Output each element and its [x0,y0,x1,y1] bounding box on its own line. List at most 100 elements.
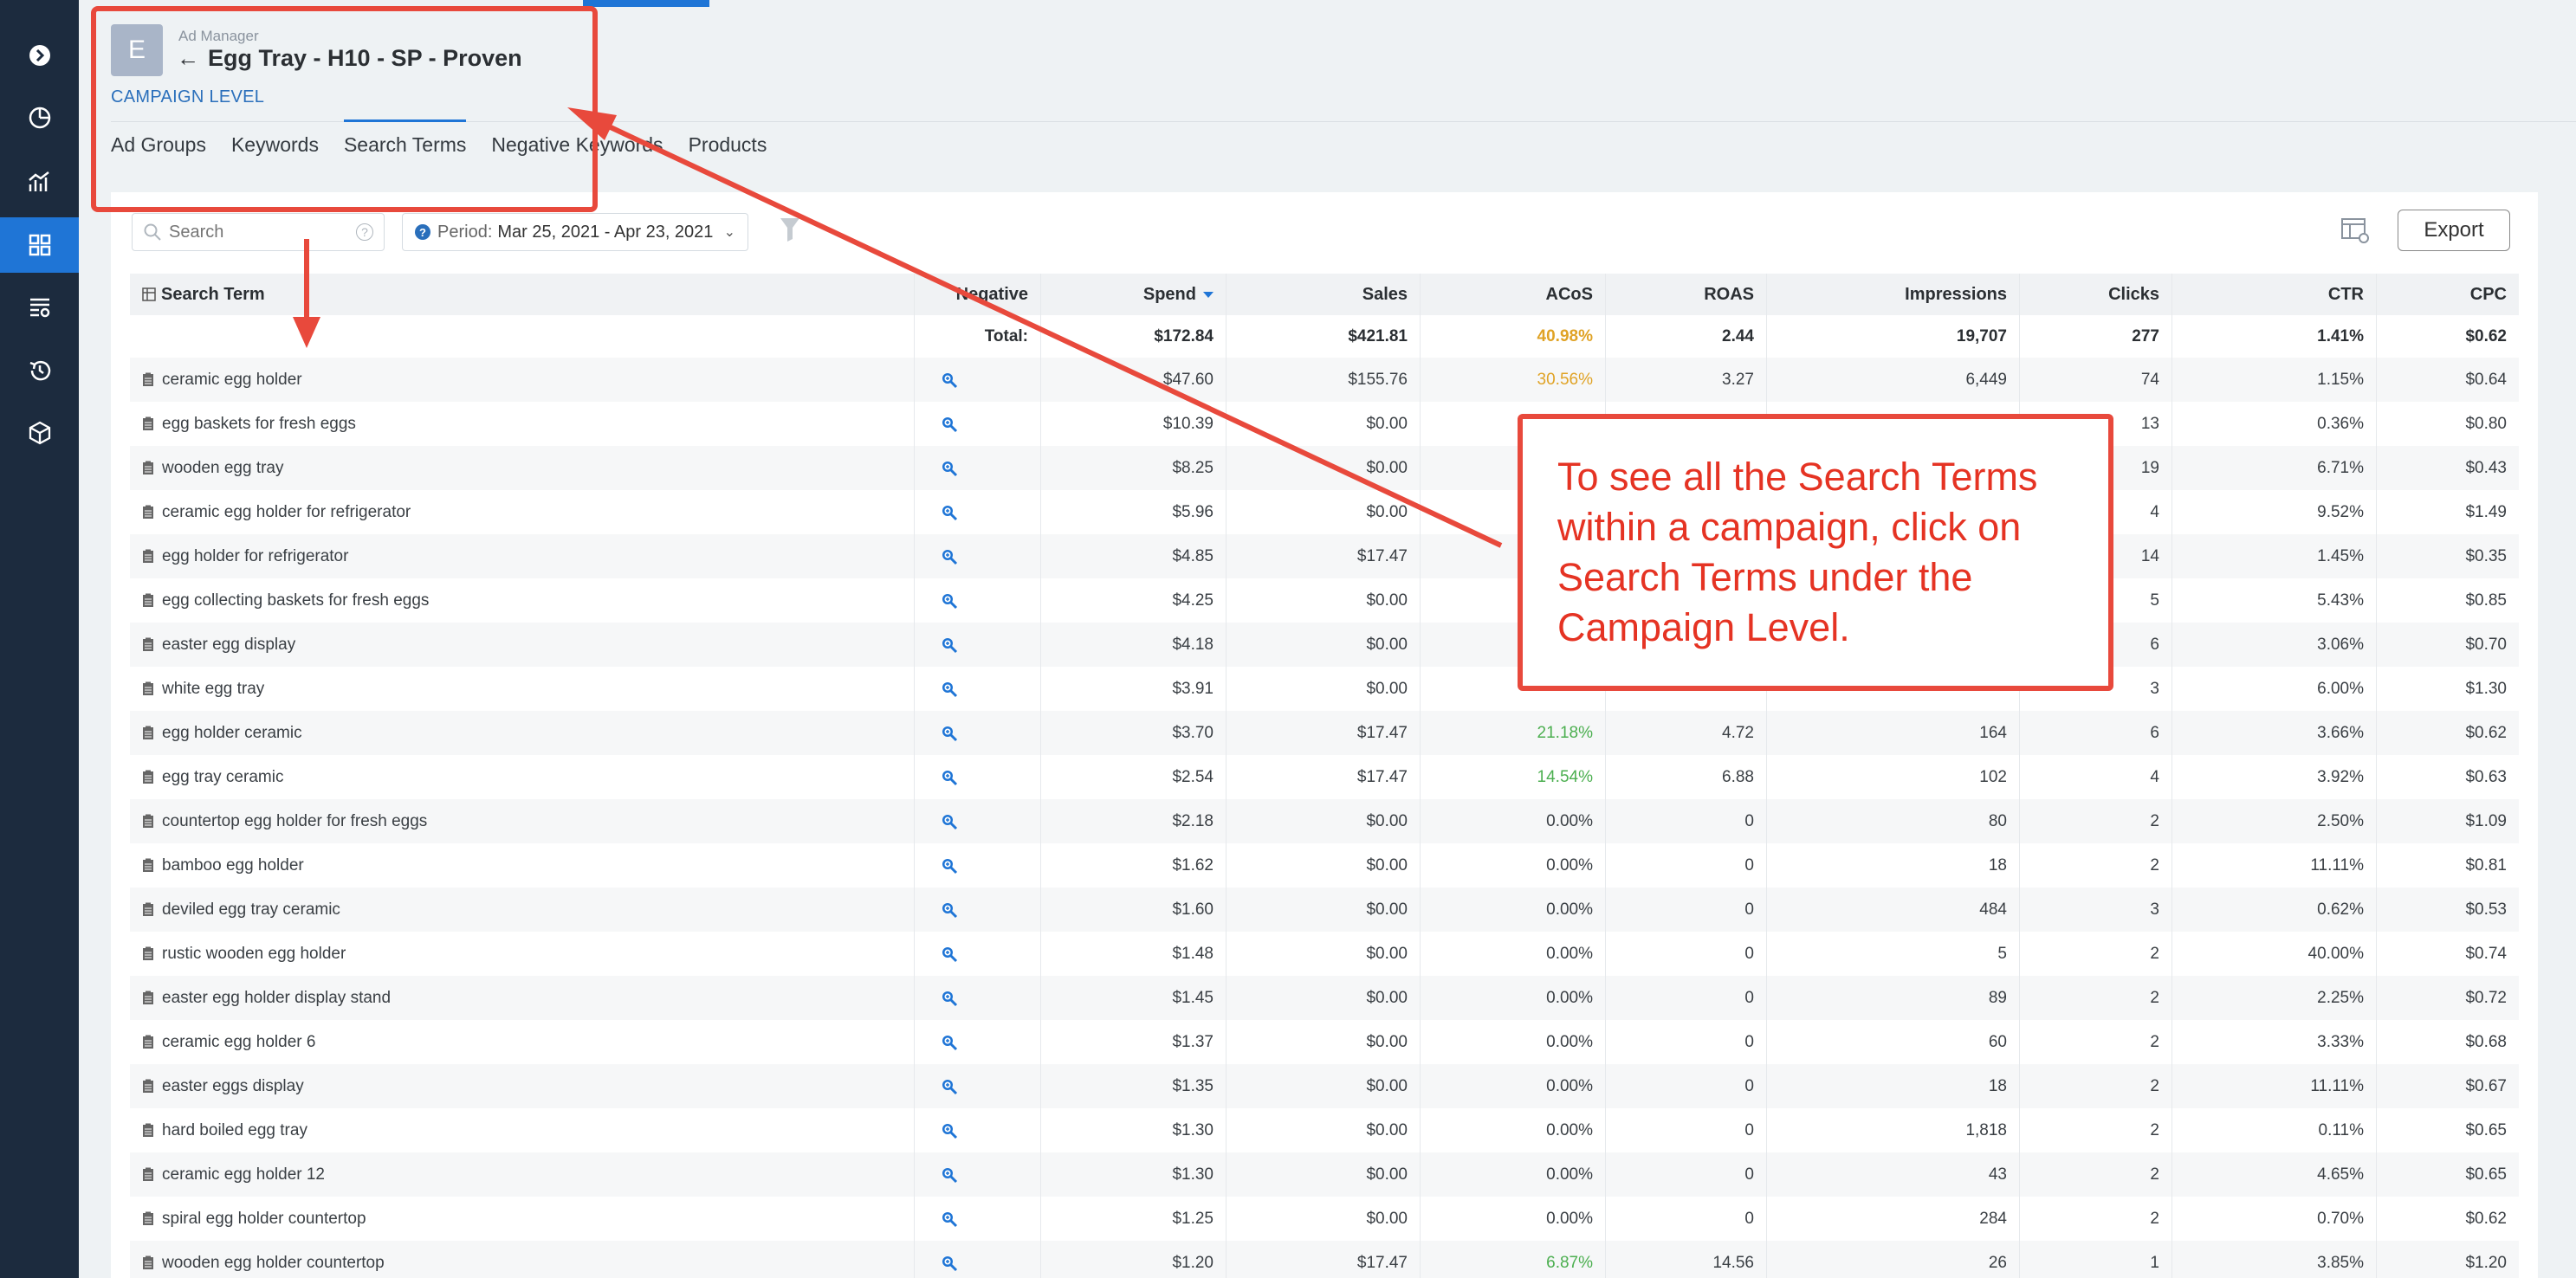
table-row[interactable]: rustic wooden egg holder $1.48 $0.00 0.00% 0… [130,932,2519,976]
impressions-cell: 1,818 [1767,1108,2020,1152]
zoom-in-icon[interactable] [941,1122,958,1139]
col-header-negative[interactable]: Negative [915,274,1041,315]
sidebar-item-ad-manager[interactable] [0,217,79,273]
zoom-in-icon[interactable] [941,504,958,521]
zoom-in-icon[interactable] [941,813,958,830]
column-settings-icon[interactable] [2340,216,2370,244]
spend-cell: $1.37 [1041,1020,1227,1064]
acos-cell: 14.54% [1421,755,1606,799]
search-term-text: ceramic egg holder 6 [162,1032,316,1051]
roas-cell: 0 [1606,799,1767,843]
ctr-cell: 11.11% [2172,843,2377,888]
col-header-sales[interactable]: Sales [1227,274,1421,315]
table-row[interactable]: easter egg holder display stand $1.45 $0.0… [130,976,2519,1020]
search-term-cell: egg baskets for fresh eggs [130,402,915,446]
zoom-in-icon[interactable] [941,1078,958,1095]
roas-cell: 0 [1606,1152,1767,1197]
table-row[interactable]: ceramic egg holder 6 $1.37 $0.00 0.00% 0 60 2 3… [130,1020,2519,1064]
cpc-cell: $0.68 [2465,1032,2507,1051]
export-button[interactable]: Export [2398,210,2510,251]
table-row[interactable]: egg holder ceramic $3.70 $17.47 21.18% 4.72 1… [130,711,2519,755]
filter-icon[interactable] [778,215,802,244]
impressions-cell: 18 [1767,843,2020,888]
table-row[interactable]: easter eggs display $1.35 $0.00 0.00% 0 18 2 11… [130,1064,2519,1108]
zoom-in-icon[interactable] [941,416,958,433]
ctr-cell: 4.65% [2172,1152,2377,1197]
help-icon[interactable]: ? [356,223,373,241]
zoom-in-icon[interactable] [941,371,958,389]
zoom-in-icon[interactable] [941,946,958,963]
col-header-roas[interactable]: ROAS [1606,274,1767,315]
table-row[interactable]: deviled egg tray ceramic $1.60 $0.00 0.00% 0… [130,888,2519,932]
col-header-ctr[interactable]: CTR [2172,274,2377,315]
box-icon [29,421,50,445]
impressions-cell: 6,449 [1767,358,2020,402]
tab-products[interactable]: Products [689,119,767,168]
table-row[interactable]: egg collecting baskets for fresh eggs $4.… [130,578,2519,623]
table-row[interactable]: ceramic egg holder 12 $1.30 $0.00 0.00% 0 43 2… [130,1152,2519,1197]
search-term-cell: bamboo egg holder [130,843,915,888]
search-term-cell: deviled egg tray ceramic [130,888,915,932]
table-row[interactable]: egg tray ceramic $2.54 $17.47 14.54% 6.88 102… [130,755,2519,799]
search-input[interactable] [169,222,342,242]
table-row[interactable]: bamboo egg holder $1.62 $0.00 0.00% 0 18 2 11.1… [130,843,2519,888]
period-selector[interactable]: ? Period: Mar 25, 2021 - Apr 23, 2021 ⌄ [402,213,748,251]
table-row[interactable]: egg holder for refrigerator $4.85 $17.47 14… [130,534,2519,578]
col-header-cpc[interactable]: CPC [2377,274,2519,315]
table-row[interactable]: wooden egg tray $8.25 $0.00 19 6.71% $0.43 [130,446,2519,490]
search-term-cell: easter eggs display [130,1064,915,1108]
acos-cell: 0.00% [1421,843,1606,888]
zoom-in-icon[interactable] [941,1210,958,1228]
table-row[interactable]: easter egg display $4.18 $0.00 6 3.06% $0.70 [130,623,2519,667]
zoom-in-icon[interactable] [941,1255,958,1272]
zoom-in-icon[interactable] [941,990,958,1007]
zoom-in-icon[interactable] [941,636,958,654]
sidebar-item-products[interactable] [0,405,79,461]
table-row[interactable]: egg baskets for fresh eggs $10.39 $0.00 13 0… [130,402,2519,446]
clipboard-icon [143,770,153,784]
cpc-cell: $0.72 [2465,988,2507,1007]
search-box[interactable]: ? [132,213,385,251]
col-header-acos[interactable]: ACoS [1421,274,1606,315]
spend-cell: $4.25 [1041,578,1227,623]
table-row[interactable]: white egg tray $3.91 $0.00 3 6.00% $1.30 [130,667,2519,711]
roas-cell: 14.56 [1606,1241,1767,1278]
cpc-cell: $0.85 [2465,591,2507,610]
search-term-text: rustic wooden egg holder [162,944,346,963]
sidebar-item-dashboard[interactable] [0,90,79,145]
search-term-cell: ceramic egg holder [130,358,915,402]
zoom-in-icon[interactable] [941,1166,958,1184]
clicks-cell: 2 [2020,1108,2172,1152]
zoom-in-icon[interactable] [941,460,958,477]
clicks-cell: 2 [2020,932,2172,976]
table-row[interactable]: ceramic egg holder for refrigerator $5.96… [130,490,2519,534]
zoom-in-icon[interactable] [941,857,958,875]
col-header-impressions[interactable]: Impressions [1767,274,2020,315]
zoom-in-icon[interactable] [941,901,958,919]
col-header-spend[interactable]: Spend [1041,274,1227,315]
table-row[interactable]: wooden egg holder countertop $1.20 $17.47 6… [130,1241,2519,1278]
table-row[interactable]: spiral egg holder countertop $1.25 $0.00 0.… [130,1197,2519,1241]
sidebar-item-analytics[interactable] [0,154,79,210]
zoom-in-icon[interactable] [941,1034,958,1051]
spend-cell: $1.30 [1041,1152,1227,1197]
col-header-search-term[interactable]: Search Term [130,274,915,315]
col-header-clicks[interactable]: Clicks [2020,274,2172,315]
arrow-circle-right-icon [29,45,50,66]
table-row[interactable]: countertop egg holder for fresh eggs $2.1… [130,799,2519,843]
table-row[interactable]: ceramic egg holder $47.60 $155.76 30.56% 3.2… [130,358,2519,402]
annotation-highlight-box [91,6,598,212]
negative-cell [915,932,1041,976]
zoom-in-icon[interactable] [941,548,958,565]
sidebar-item-back[interactable] [0,28,79,83]
zoom-in-icon[interactable] [941,592,958,610]
spend-cell: $1.35 [1041,1064,1227,1108]
zoom-in-icon[interactable] [941,769,958,786]
zoom-in-icon[interactable] [941,725,958,742]
clock-pie-icon [29,106,50,129]
zoom-in-icon[interactable] [941,681,958,698]
table-row[interactable]: hard boiled egg tray $1.30 $0.00 0.00% 0 1,81… [130,1108,2519,1152]
sidebar-item-history[interactable] [0,343,79,398]
negative-cell [915,888,1041,932]
sidebar-item-rules[interactable] [0,279,79,334]
